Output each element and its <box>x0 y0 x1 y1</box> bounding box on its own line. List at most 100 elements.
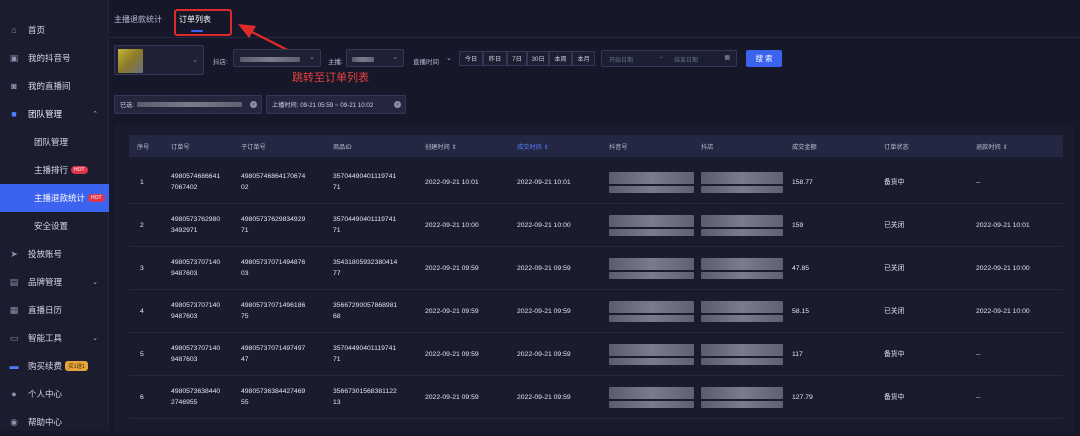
cell-line: 35667301568381122 <box>333 388 397 395</box>
chevron-down-icon: ⌄ <box>192 57 198 64</box>
masked-value <box>352 57 374 62</box>
sidebar-item-label: 首页 <box>28 25 46 35</box>
sidebar-item-label: 主播退款统计 <box>34 193 86 203</box>
start-date-input[interactable]: 开始日期 <box>609 55 633 64</box>
sidebar-item-ad-account[interactable]: ➤ 投放账号 <box>0 240 109 268</box>
sidebar-item-brand[interactable]: ▤ 品牌管理 ⌄ <box>0 268 109 296</box>
table-row: 3 4980573707140 9487603 49805737071494876 03… <box>129 247 1063 290</box>
masked-douyin-store <box>701 301 783 313</box>
end-date-input[interactable]: 结束日期 <box>674 55 698 64</box>
cell-amount: 159 <box>792 222 804 229</box>
sidebar-item-team-management[interactable]: ■ 团队管理 ⌃ <box>0 100 109 128</box>
range-this-month-button[interactable]: 本月 <box>572 51 595 66</box>
table-row: 4 4980573707140 9487603 49805737071496186 75… <box>129 290 1063 333</box>
cell-line: 55 <box>241 399 249 406</box>
cell-order-id[interactable]: 4980573707140 9487603 <box>171 300 220 322</box>
sidebar-item-label: 品牌管理 <box>28 277 63 287</box>
cell-index: 1 <box>140 179 144 186</box>
search-button[interactable]: 搜 索 <box>746 50 782 67</box>
sidebar-item-label: 个人中心 <box>28 389 63 399</box>
selected-label: 已选: <box>120 102 135 109</box>
masked-douyin-account <box>609 215 694 227</box>
sidebar-item-home[interactable]: ⌂ 首页 <box>0 16 109 44</box>
promo-badge: 买1送1 <box>65 361 89 371</box>
cell-line: 49805737071497497 <box>241 345 306 352</box>
order-table: 序号 订单号 子订单号 商品ID 创建时间 ⇕ 成交时间 ⇕ 抖音号 抖店 成交… <box>114 124 1074 431</box>
range-today-button[interactable]: 今日 <box>459 51 483 66</box>
cell-deal-time: 2022-09-21 09:59 <box>517 394 571 401</box>
sidebar-item-label: 团队管理 <box>28 109 63 119</box>
sidebar-subitem-anchor-refund-stats[interactable]: 主播退款统计 HOT <box>0 184 109 212</box>
anchor-select[interactable]: ⌄ <box>346 49 404 67</box>
col-refund-time[interactable]: 退款时间 ⇕ <box>976 142 1008 151</box>
cell-index: 6 <box>140 394 144 401</box>
cell-order-id[interactable]: 4980573707140 9487603 <box>171 343 220 365</box>
cell-order-id[interactable]: 4980573762980 3492971 <box>171 214 220 236</box>
cell-status: 备货中 <box>884 351 905 358</box>
cell-created-time: 2022-09-21 09:59 <box>425 351 479 358</box>
douyin-store-select[interactable]: ⌄ <box>233 49 321 67</box>
range-7d-button[interactable]: 7日 <box>507 51 527 66</box>
sidebar-item-label: 我的直播间 <box>28 81 71 91</box>
cell-amount: 117 <box>792 351 803 358</box>
sidebar-subitem-security[interactable]: 安全设置 <box>0 212 109 240</box>
range-30d-button[interactable]: 30日 <box>527 51 549 66</box>
cell-line: 35667290057868981 <box>333 302 398 309</box>
cell-line: 03 <box>241 270 249 277</box>
cell-order-id[interactable]: 4980573707140 9487603 <box>171 257 220 279</box>
cell-line: 4980573707140 <box>171 302 221 309</box>
cell-deal-time: 2022-09-21 10:00 <box>517 222 571 229</box>
date-range-picker[interactable]: 开始日期 → 结束日期 ▦ <box>601 50 737 67</box>
range-yesterday-button[interactable]: 昨日 <box>483 51 507 66</box>
masked-value <box>240 57 300 62</box>
time-range-text: 上播时间: 09-21 05:59 ~ 09-21 10:02 <box>272 102 374 109</box>
shop-selector[interactable]: ⌄ <box>114 45 204 75</box>
cell-order-id[interactable]: 4980574686641 7067402 <box>171 171 220 193</box>
sidebar-item-live-calendar[interactable]: ▦ 直播日历 <box>0 296 109 324</box>
cell-refund-time: 2022-09-21 10:01 <box>976 222 1030 229</box>
cell-refund-time: -- <box>976 351 981 358</box>
cell-index: 5 <box>140 351 144 358</box>
col-created-time[interactable]: 创建时间 ⇕ <box>425 142 457 151</box>
close-icon[interactable]: × <box>250 101 257 108</box>
sidebar-item-profile[interactable]: ● 个人中心 <box>0 380 109 408</box>
live-time-label[interactable]: 直播时间 <box>413 56 439 66</box>
time-range-chip: 上播时间: 09-21 05:59 ~ 09-21 10:02 × <box>266 95 406 114</box>
team-icon: ■ <box>11 109 17 119</box>
sidebar-subitem-anchor-ranking[interactable]: 主播排行 HOT <box>0 156 109 184</box>
masked-douyin-account <box>609 315 694 322</box>
cell-sub-order-id: 49805746864170674 02 <box>241 171 305 193</box>
sort-icon: ⇕ <box>1002 144 1008 151</box>
sidebar-item-help[interactable]: ◉ 帮助中心 <box>0 408 109 436</box>
cell-sub-order-id: 49805737071494876 03 <box>241 257 305 279</box>
sidebar-item-smart-tools[interactable]: ▭ 智能工具 ⌄ <box>0 324 109 352</box>
cell-created-time: 2022-09-21 10:01 <box>425 179 479 186</box>
cell-deal-time: 2022-09-21 09:59 <box>517 265 571 272</box>
col-amount: 成交金额 <box>792 144 817 151</box>
cell-deal-time: 2022-09-21 09:59 <box>517 351 571 358</box>
masked-douyin-store <box>701 401 783 408</box>
cell-line: 02 <box>241 184 249 191</box>
chevron-down-icon: ⌄ <box>446 55 452 62</box>
cell-line: 9487603 <box>171 270 198 277</box>
cell-sub-order-id: 49805737071497497 47 <box>241 343 305 365</box>
cell-amount: 158.77 <box>792 179 813 186</box>
sidebar-item-label: 直播日历 <box>28 305 63 315</box>
sidebar-item-douyin-account[interactable]: ▣ 我的抖音号 <box>0 44 109 72</box>
range-this-week-button[interactable]: 本周 <box>549 51 572 66</box>
sidebar-item-label: 投放账号 <box>28 249 63 259</box>
tab-anchor-refund-stats[interactable]: 主播退款统计 <box>114 14 162 25</box>
close-icon[interactable]: × <box>394 101 401 108</box>
cell-created-time: 2022-09-21 09:59 <box>425 308 479 315</box>
selected-chip: 已选: × <box>114 95 262 114</box>
card-icon: ▬ <box>9 361 19 371</box>
sidebar-subitem-team-management[interactable]: 团队管理 <box>0 128 109 156</box>
col-label: 成交时间 <box>517 144 542 151</box>
calendar-icon: ▦ <box>9 304 19 315</box>
sidebar-item-live-room[interactable]: ◙ 我的直播间 <box>0 72 109 100</box>
cell-order-id[interactable]: 4980573638440 2746955 <box>171 386 220 408</box>
cell-line: 2746955 <box>171 399 198 406</box>
sidebar-item-purchase[interactable]: ▬ 购买续费 买1送1 <box>0 352 109 380</box>
col-deal-time[interactable]: 成交时间 ⇕ <box>517 142 549 151</box>
cell-line: 75 <box>241 313 249 320</box>
